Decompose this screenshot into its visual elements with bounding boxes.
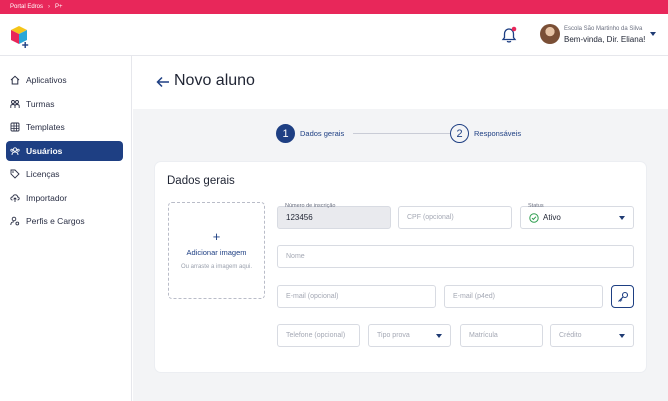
sidebar-item-label: Perfis e Cargos [26, 216, 85, 226]
credit-select[interactable]: Crédito [550, 324, 634, 347]
chevron-down-icon [436, 334, 442, 338]
phone-placeholder: Telefone (opcional) [286, 332, 346, 339]
step-label: Dados gerais [300, 129, 345, 138]
sidebar-item-turmas[interactable]: Turmas [6, 94, 123, 114]
user-settings-icon [10, 216, 20, 226]
user-greeting[interactable]: Bem-vinda, Dir. Eliana! [564, 35, 645, 44]
step-responsaveis[interactable]: 2 Responsáveis [450, 124, 521, 143]
drag-image-hint: Ou arraste a imagem aqui. [180, 264, 253, 270]
sidebar-item-label: Usuários [26, 145, 63, 156]
user-menu-chevron-down-icon[interactable] [650, 32, 656, 36]
app-header: Escola São Martinho da Silva Bem-vinda, … [0, 14, 668, 56]
app-logo-icon[interactable] [10, 25, 30, 49]
email-optional-placeholder: E-mail (opcional) [286, 293, 339, 300]
sidebar-item-perfis-e-cargos[interactable]: Perfis e Cargos [6, 211, 123, 231]
sidebar-item-label: Licenças [26, 169, 60, 179]
step-number: 1 [276, 124, 295, 143]
step-dados-gerais[interactable]: 1 Dados gerais [276, 124, 344, 143]
email-optional-field[interactable]: E-mail (opcional) [277, 285, 436, 308]
status-label: Status [528, 203, 544, 209]
grid-icon [10, 122, 20, 132]
sidebar-item-label: Importador [26, 192, 68, 203]
chevron-down-icon [619, 334, 625, 338]
cloud-upload-icon [10, 193, 20, 202]
breadcrumb-portal[interactable]: Portal Edros [10, 4, 43, 10]
breadcrumb-current[interactable]: P+ [55, 4, 63, 10]
page-title-bar: Novo aluno [133, 56, 668, 109]
phone-field[interactable]: Telefone (opcional) [277, 324, 360, 347]
name-placeholder: Nome [286, 253, 305, 260]
email-p4ed-placeholder: E-mail (p4ed) [453, 293, 496, 300]
users-icon [10, 99, 20, 108]
sidebar-item-importador[interactable]: Importador [6, 188, 123, 208]
registration-number-value: 123456 [286, 213, 313, 222]
breadcrumb-separator-icon: › [48, 4, 51, 10]
cpf-placeholder: CPF (opcional) [407, 214, 454, 221]
main-content: Novo aluno 1 Dados gerais 2 Responsáveis… [133, 56, 668, 401]
form-card: Dados gerais + Adicionar imagem Ou arras… [155, 162, 646, 372]
sidebar-item-aplicativos[interactable]: Aplicativos [6, 70, 123, 90]
credit-placeholder: Crédito [559, 332, 582, 339]
chevron-down-icon [619, 216, 625, 220]
user-avatar[interactable] [540, 24, 560, 44]
registration-number-label: Número de inscrição [285, 203, 336, 209]
check-circle-icon [529, 212, 539, 223]
step-label: Responsáveis [474, 129, 522, 138]
step-number: 2 [450, 124, 469, 143]
back-arrow-icon[interactable] [156, 75, 170, 89]
add-image-label: Adicionar imagem [186, 248, 247, 257]
sidebar-item-templates[interactable]: Templates [6, 117, 123, 137]
user-group-icon [10, 146, 20, 155]
notification-bell-icon[interactable] [500, 26, 518, 44]
sidebar-item-label: Turmas [26, 98, 55, 109]
registration-number-field[interactable]: Número de inscrição 123456 [277, 203, 391, 229]
name-field[interactable]: Nome [277, 245, 634, 268]
user-school: Escola São Martinho da Silva [564, 26, 643, 32]
top-bar: Portal Edros › P+ [0, 0, 668, 14]
sidebar-item-usuarios[interactable]: Usuários [6, 140, 123, 161]
key-icon [617, 291, 628, 302]
page-title: Novo aluno [174, 72, 255, 89]
status-value: Ativo [543, 213, 561, 222]
tag-icon [10, 169, 20, 179]
sidebar-item-label: Aplicativos [26, 75, 67, 85]
sidebar: Aplicativos Turmas Templates Usuários Li… [0, 56, 132, 401]
test-type-select[interactable]: Tipo prova [368, 324, 451, 347]
stepper: 1 Dados gerais 2 Responsáveis [276, 124, 576, 146]
generate-password-button[interactable] [611, 285, 634, 308]
sidebar-item-licencas[interactable]: Licenças [6, 164, 123, 184]
image-upload-dropzone[interactable]: + Adicionar imagem Ou arraste a imagem a… [168, 202, 265, 299]
status-select[interactable]: Status Ativo [520, 203, 634, 229]
email-p4ed-field[interactable]: E-mail (p4ed) [444, 285, 603, 308]
sidebar-item-label: Templates [26, 122, 65, 132]
enrollment-field[interactable]: Matrícula [460, 324, 543, 347]
home-icon [10, 75, 20, 85]
test-type-placeholder: Tipo prova [377, 332, 410, 339]
enrollment-placeholder: Matrícula [469, 332, 498, 339]
plus-icon: + [212, 229, 221, 244]
step-connector [353, 133, 450, 134]
section-title: Dados gerais [167, 175, 235, 187]
cpf-field[interactable]: CPF (opcional) [398, 206, 512, 229]
